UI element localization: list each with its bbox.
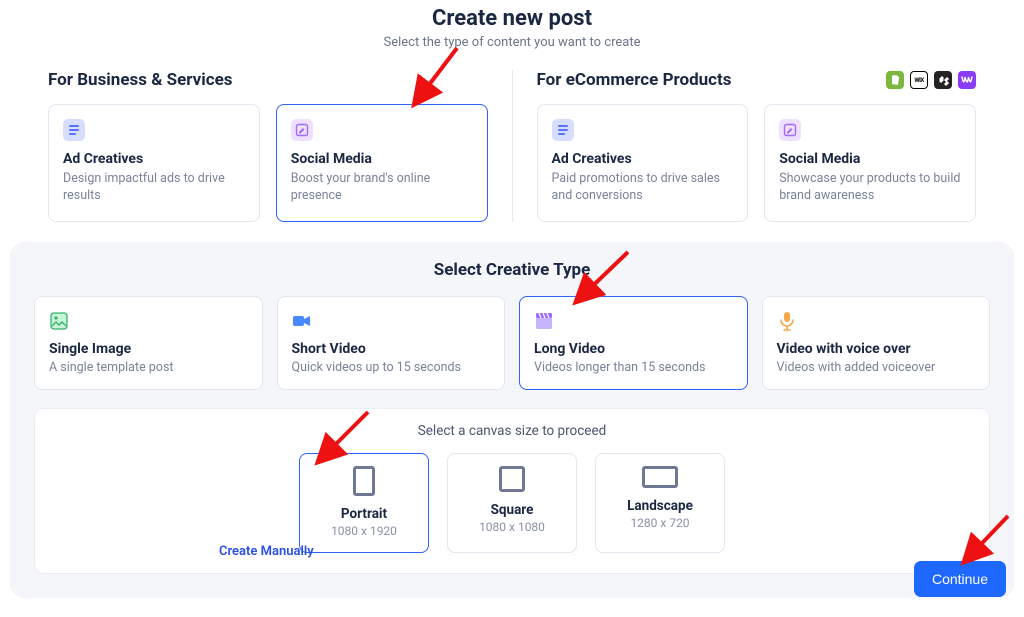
film-clapper-icon: [534, 311, 554, 331]
business-section-title: For Business & Services: [48, 70, 233, 90]
image-icon: [49, 311, 69, 331]
size-title: Portrait: [341, 506, 387, 522]
canvas-size-panel: Select a canvas size to proceed Portrait…: [34, 408, 990, 574]
type-title: Short Video: [292, 341, 491, 357]
creative-type-heading: Select Creative Type: [34, 260, 990, 280]
document-lines-icon: [552, 119, 574, 141]
pencil-note-icon: [779, 119, 801, 141]
ecommerce-brand-icons: WIX: [886, 71, 976, 89]
card-title: Ad Creatives: [552, 151, 734, 167]
type-desc: A single template post: [49, 360, 248, 375]
squarespace-icon: [934, 71, 952, 89]
card-title: Social Media: [291, 151, 473, 167]
woocommerce-icon: [958, 71, 976, 89]
type-title: Single Image: [49, 341, 248, 357]
card-business-social-media[interactable]: Social Media Boost your brand's online p…: [276, 104, 488, 222]
page-title: Create new post: [0, 6, 1024, 31]
portrait-shape-icon: [353, 466, 375, 496]
wix-icon: WIX: [910, 71, 928, 89]
type-title: Video with voice over: [777, 341, 976, 357]
size-title: Landscape: [627, 498, 693, 514]
create-manually-link[interactable]: Create Manually: [219, 544, 314, 559]
card-desc: Design impactful ads to drive results: [63, 171, 245, 205]
size-dimensions: 1080 x 1080: [479, 520, 545, 534]
size-dimensions: 1280 x 720: [630, 516, 689, 530]
card-title: Social Media: [779, 151, 961, 167]
video-camera-icon: [292, 311, 312, 331]
microphone-icon: [777, 311, 797, 331]
shopify-icon: [886, 71, 904, 89]
creative-type-panel: Select Creative Type Single Image A sing…: [10, 242, 1014, 598]
page-subtitle: Select the type of content you want to c…: [0, 35, 1024, 50]
card-ecommerce-social-media[interactable]: Social Media Showcase your products to b…: [764, 104, 976, 222]
type-card-short-video[interactable]: Short Video Quick videos up to 15 second…: [277, 296, 506, 390]
card-desc: Showcase your products to build brand aw…: [779, 171, 961, 205]
type-card-long-video[interactable]: Long Video Videos longer than 15 seconds: [519, 296, 748, 390]
ecommerce-section-title: For eCommerce Products: [537, 70, 732, 90]
business-section: For Business & Services Ad Creatives Des…: [48, 70, 513, 222]
canvas-size-heading: Select a canvas size to proceed: [55, 423, 969, 439]
card-ecommerce-ad-creatives[interactable]: Ad Creatives Paid promotions to drive sa…: [537, 104, 749, 222]
size-card-square[interactable]: Square 1080 x 1080: [447, 453, 577, 553]
size-title: Square: [491, 502, 534, 518]
card-title: Ad Creatives: [63, 151, 245, 167]
type-desc: Quick videos up to 15 seconds: [292, 360, 491, 375]
type-card-video-voiceover[interactable]: Video with voice over Videos with added …: [762, 296, 991, 390]
pencil-note-icon: [291, 119, 313, 141]
type-desc: Videos with added voiceover: [777, 360, 976, 375]
card-desc: Paid promotions to drive sales and conve…: [552, 171, 734, 205]
square-shape-icon: [499, 466, 525, 492]
type-card-single-image[interactable]: Single Image A single template post: [34, 296, 263, 390]
size-card-landscape[interactable]: Landscape 1280 x 720: [595, 453, 725, 553]
size-dimensions: 1080 x 1920: [331, 524, 397, 538]
landscape-shape-icon: [642, 466, 678, 488]
ecommerce-section: For eCommerce Products WIX Ad Creativ: [513, 70, 977, 222]
card-desc: Boost your brand's online presence: [291, 171, 473, 205]
size-card-portrait[interactable]: Portrait 1080 x 1920: [299, 453, 429, 553]
card-business-ad-creatives[interactable]: Ad Creatives Design impactful ads to dri…: [48, 104, 260, 222]
type-title: Long Video: [534, 341, 733, 357]
continue-button[interactable]: Continue: [914, 561, 1006, 597]
type-desc: Videos longer than 15 seconds: [534, 360, 733, 375]
document-lines-icon: [63, 119, 85, 141]
